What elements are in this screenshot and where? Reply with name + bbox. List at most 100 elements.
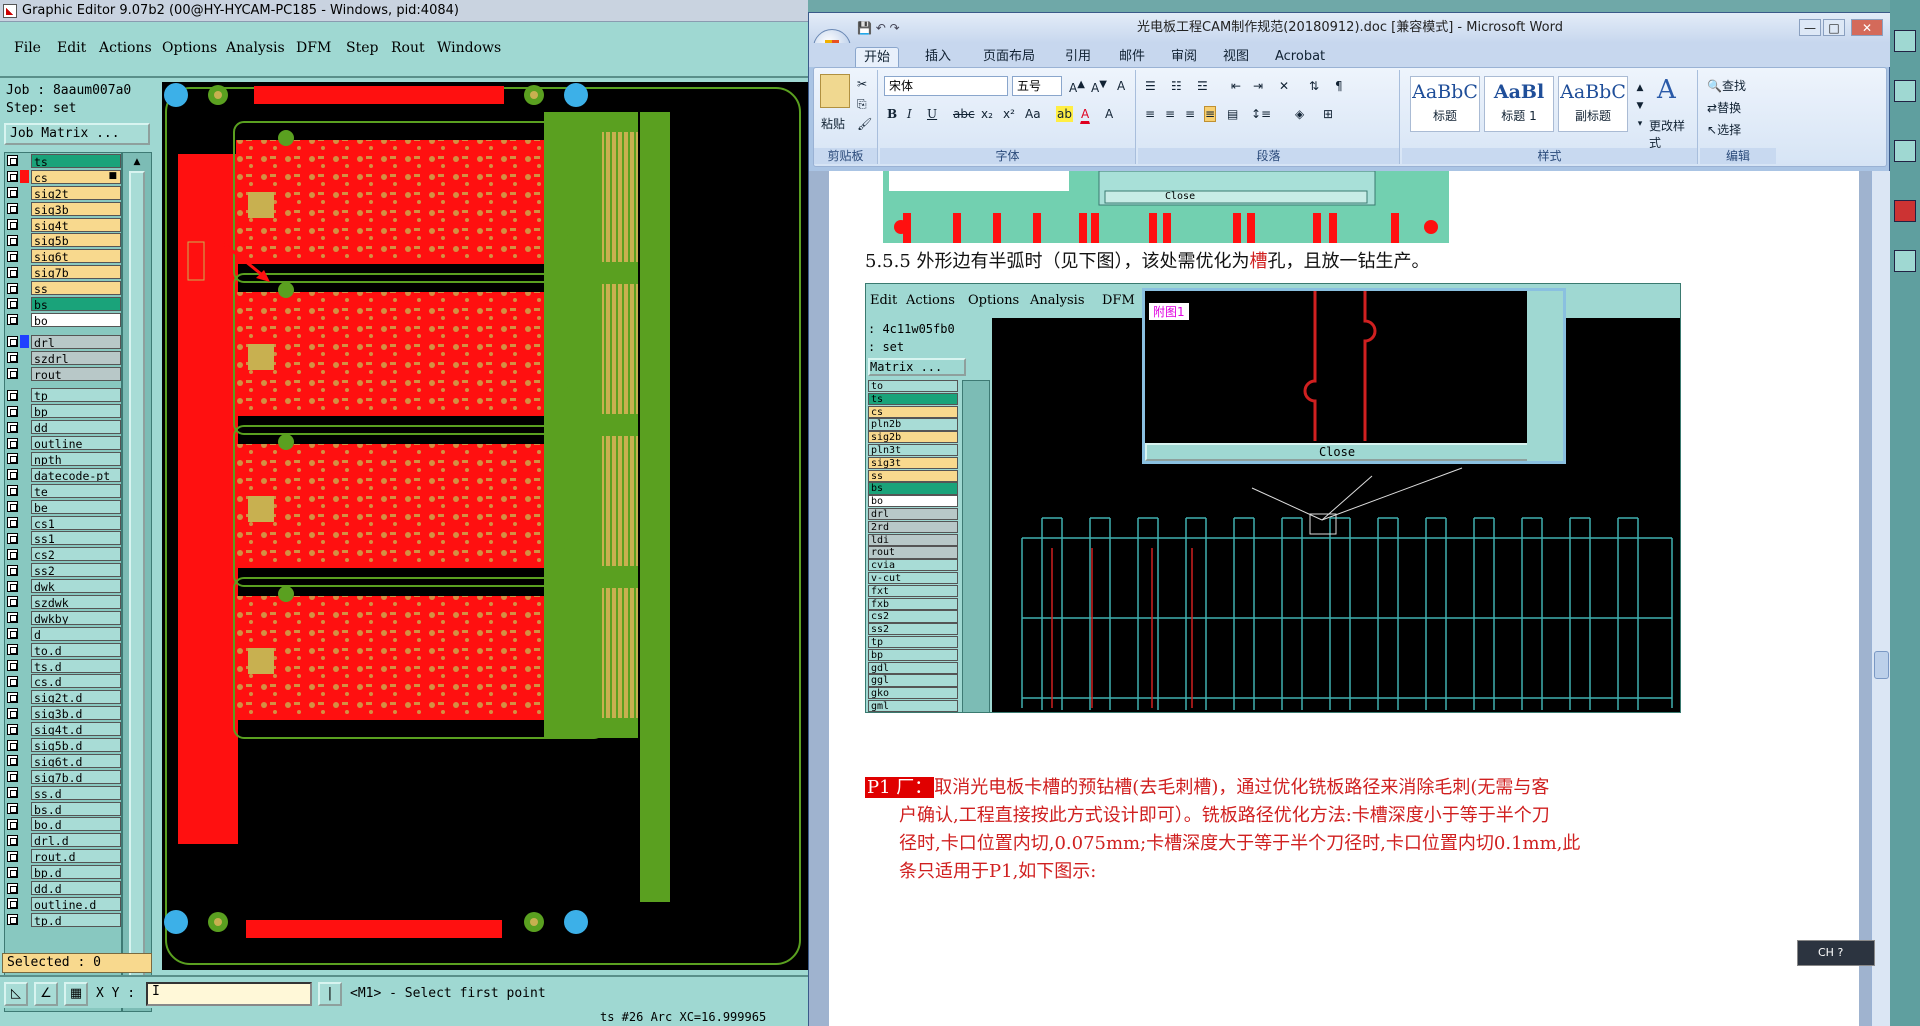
minimize-icon[interactable]: —	[1799, 19, 1821, 36]
layer-name[interactable]: sig3b.d	[31, 706, 121, 721]
layer-row[interactable]: bp.d	[5, 864, 121, 880]
layer-row[interactable]: outline	[5, 435, 121, 451]
layer-row[interactable]: dwkby	[5, 610, 121, 626]
layer-row[interactable]: d	[5, 626, 121, 642]
layer-checkbox[interactable]	[7, 266, 18, 278]
layer-row[interactable]: ss	[5, 280, 121, 296]
layer-row[interactable]: cs.d	[5, 674, 121, 690]
layer-row[interactable]: sig2t	[5, 185, 121, 201]
layer-checkbox[interactable]	[7, 250, 18, 262]
layer-row[interactable]: te	[5, 483, 121, 499]
layer-row[interactable]: rout	[5, 366, 121, 382]
subscript-icon[interactable]: x₂	[980, 106, 994, 122]
underline-icon[interactable]: U	[926, 106, 938, 122]
copy-icon[interactable]: ⎘	[856, 96, 868, 113]
layer-row[interactable]: ss.d	[5, 785, 121, 801]
layer-checkbox[interactable]	[7, 405, 18, 417]
distributed-icon[interactable]: ▤	[1226, 106, 1239, 122]
menu-rout[interactable]: Rout	[391, 40, 425, 56]
chinese-layout-icon[interactable]: ✕	[1278, 78, 1290, 94]
layer-checkbox[interactable]	[7, 914, 18, 926]
layer-row[interactable]: ss1	[5, 530, 121, 546]
layer-name[interactable]: rout	[31, 366, 121, 381]
undo-icon[interactable]: ↶	[876, 21, 886, 35]
layer-checkbox[interactable]	[7, 298, 18, 310]
style-subtitle[interactable]: AaBbC 副标题	[1558, 76, 1628, 132]
scroll-thumb[interactable]	[129, 171, 145, 991]
layer-name[interactable]: ss.d	[31, 785, 121, 800]
highlight-icon[interactable]: ab	[1056, 106, 1073, 122]
layer-name[interactable]: dwk	[31, 579, 121, 594]
layer-row[interactable]: npth	[5, 451, 121, 467]
layer-row[interactable]: ts	[5, 153, 121, 169]
layer-row[interactable]: bo.d	[5, 817, 121, 833]
layer-row[interactable]: drl	[5, 334, 121, 350]
font-name-select[interactable]: 宋体	[884, 76, 1008, 96]
layer-name[interactable]: outline	[31, 436, 121, 451]
layer-row[interactable]: tp.d	[5, 912, 121, 928]
layer-checkbox[interactable]	[7, 612, 18, 624]
layer-row[interactable]: tp	[5, 387, 121, 403]
layer-checkbox[interactable]	[7, 882, 18, 894]
layer-checkbox[interactable]	[7, 336, 18, 348]
font-color-icon[interactable]: A	[1080, 106, 1091, 124]
layer-name[interactable]: dd.d	[31, 881, 121, 896]
layer-name[interactable]: bp.d	[31, 865, 121, 880]
layer-row[interactable]: dd	[5, 419, 121, 435]
align-right-icon[interactable]: ≡	[1184, 106, 1196, 122]
tab-mailings[interactable]: 邮件	[1111, 47, 1153, 67]
strip-button-5[interactable]	[1894, 250, 1916, 272]
layer-name[interactable]: sig5b.d	[31, 738, 121, 752]
decrease-indent-icon[interactable]: ⇤	[1230, 78, 1242, 94]
layer-row[interactable]: be	[5, 499, 121, 515]
layer-checkbox[interactable]	[7, 155, 18, 167]
layer-checkbox[interactable]	[7, 691, 18, 703]
justify-icon[interactable]: ≡	[1204, 106, 1217, 122]
layer-row[interactable]: bp	[5, 403, 121, 419]
layer-checkbox[interactable]	[7, 485, 18, 497]
layer-checkbox[interactable]	[7, 532, 18, 544]
layer-checkbox[interactable]	[7, 723, 18, 735]
tab-references[interactable]: 引用	[1057, 47, 1099, 67]
align-left-icon[interactable]: ≡	[1144, 106, 1156, 122]
layer-checkbox[interactable]	[7, 803, 18, 815]
grow-font-icon[interactable]: A▲	[1068, 78, 1086, 96]
sort-icon[interactable]: ⇅	[1308, 78, 1320, 94]
document-page[interactable]: Close 5.5.5 外形边有半弧时（见下图），该处需优化为槽孔，且放一钻生产…	[829, 171, 1859, 1026]
pcb-canvas[interactable]	[162, 82, 808, 970]
layer-checkbox[interactable]	[7, 866, 18, 878]
menu-step[interactable]: Step	[346, 40, 378, 56]
layer-checkbox[interactable]	[7, 453, 18, 465]
measure-tool-icon[interactable]: ◺	[4, 982, 28, 1006]
layer-checkbox[interactable]	[7, 469, 18, 481]
layer-name[interactable]: outline.d	[31, 896, 121, 911]
layer-name[interactable]: bp	[31, 404, 121, 419]
tab-acrobat[interactable]: Acrobat	[1267, 47, 1333, 67]
layer-name[interactable]: szdrl	[31, 350, 121, 365]
scroll-up-icon[interactable]: ▲	[129, 155, 145, 169]
layer-row[interactable]: datecode-pt	[5, 467, 121, 483]
layer-name[interactable]: te	[31, 483, 121, 498]
layer-name[interactable]: bs	[31, 296, 121, 311]
bold-icon[interactable]: B	[886, 106, 898, 122]
layer-name[interactable]: sig4t.d	[31, 722, 121, 737]
menu-dfm[interactable]: DFM	[296, 40, 331, 56]
superscript-icon[interactable]: x²	[1002, 106, 1016, 122]
paste-button[interactable]: 粘贴	[820, 114, 846, 133]
layer-name[interactable]: sig7b	[31, 265, 121, 280]
layer-name[interactable]: sig5b	[31, 233, 121, 248]
increase-indent-icon[interactable]: ⇥	[1252, 78, 1264, 94]
xy-input[interactable]: I	[146, 982, 312, 1006]
paste-icon[interactable]	[820, 74, 850, 108]
shading-icon[interactable]: ◈	[1294, 106, 1305, 122]
document-scroll-thumb[interactable]	[1874, 651, 1889, 679]
layer-checkbox[interactable]	[7, 219, 18, 230]
menu-analysis[interactable]: Analysis	[226, 40, 285, 56]
snap-toggle-icon[interactable]: |	[318, 982, 342, 1006]
layer-checkbox[interactable]	[7, 628, 18, 640]
angle-tool-icon[interactable]: ∠	[34, 982, 58, 1006]
layer-row[interactable]: sig4t	[5, 217, 121, 233]
job-matrix-button[interactable]: Job Matrix ...	[4, 123, 150, 145]
style-heading1[interactable]: AaBl 标题 1	[1484, 76, 1554, 132]
layer-checkbox[interactable]	[7, 771, 18, 783]
